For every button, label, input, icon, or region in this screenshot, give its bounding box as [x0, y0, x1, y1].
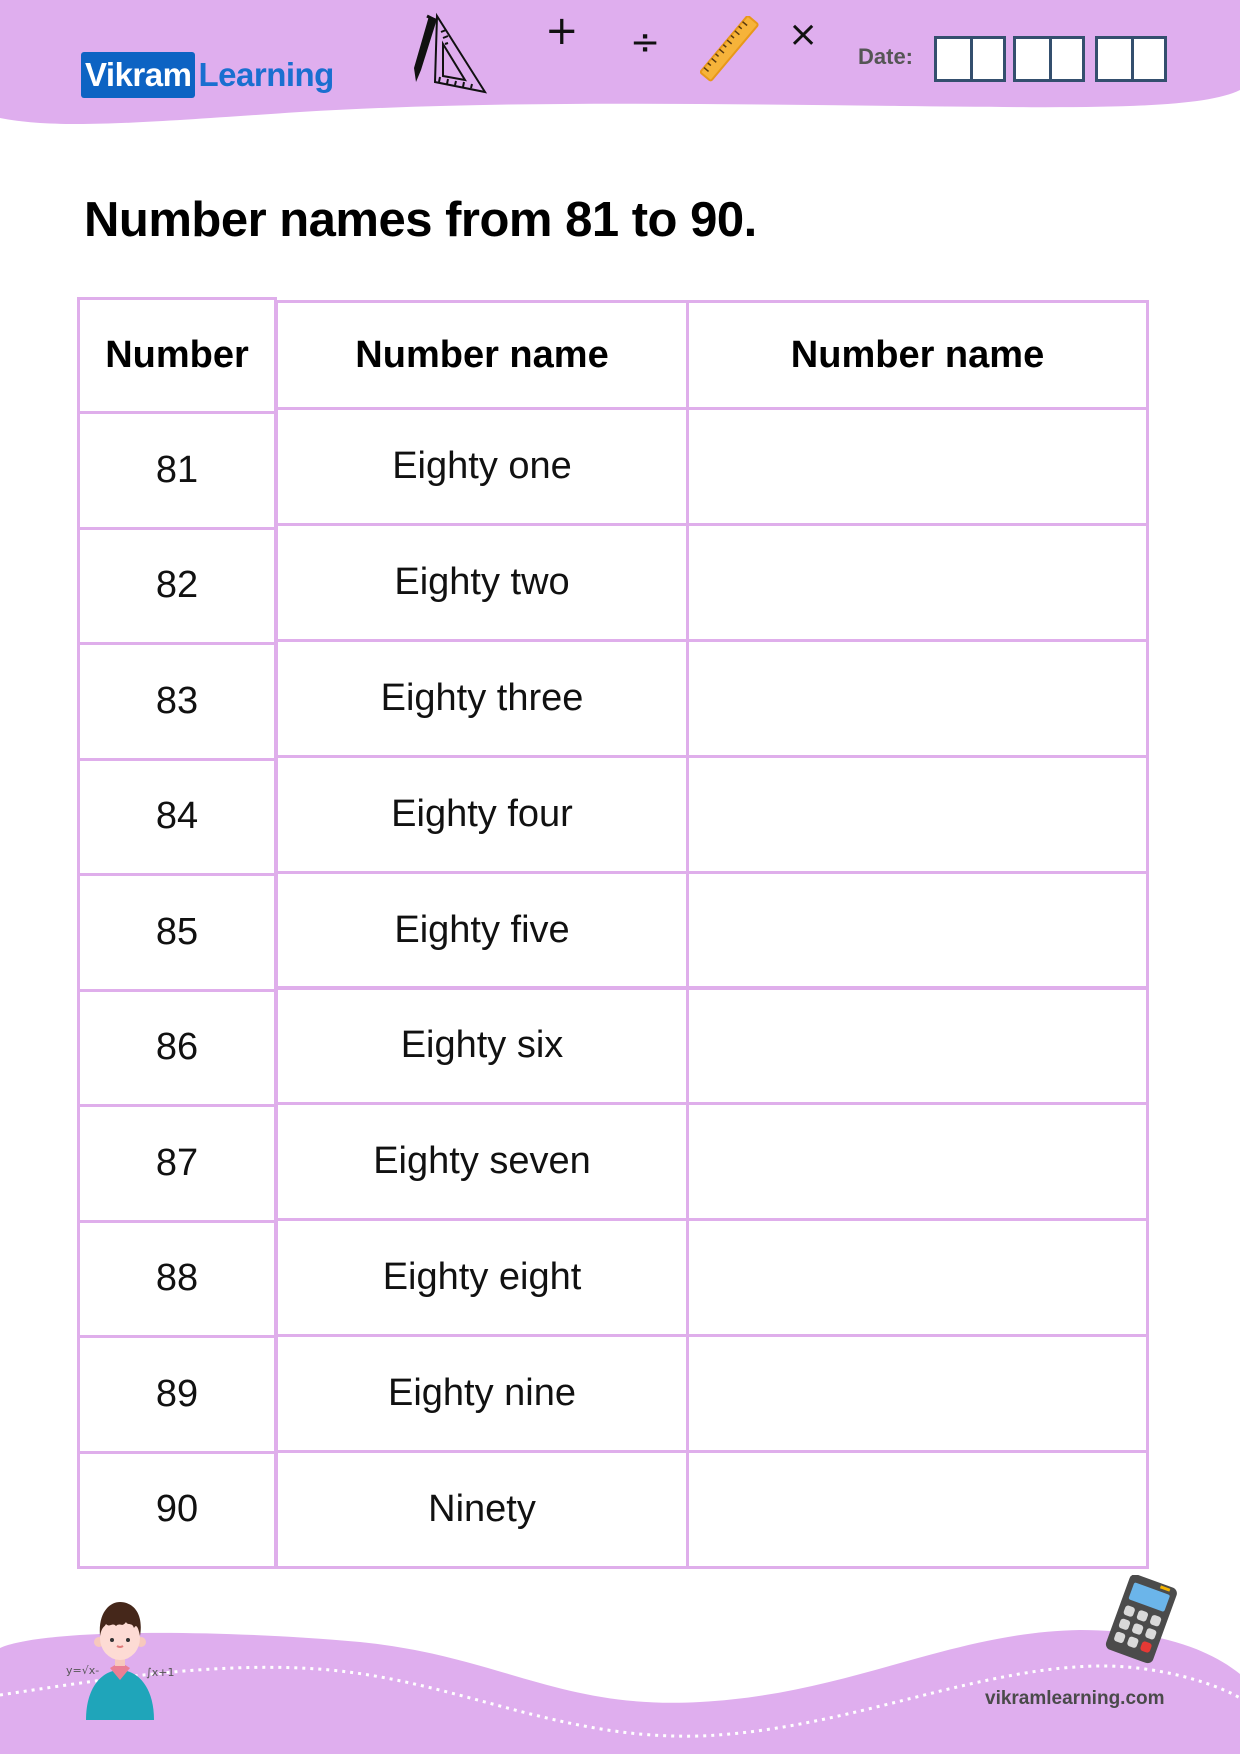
multiply-icon: ×	[788, 14, 819, 55]
boy-with-math-formulas-illustration: y=√x- ∫x+1	[66, 1602, 174, 1720]
number-name-cell: Eighty one	[275, 407, 689, 526]
number-cell: 88	[77, 1219, 277, 1338]
answer-input-cell[interactable]	[686, 870, 1149, 990]
brand-logo-vikram: Vikram	[81, 52, 196, 98]
number-name-cell: Eighty nine	[275, 1334, 689, 1454]
number-cell: 90	[77, 1450, 277, 1569]
number-cell: 87	[77, 1104, 277, 1223]
number-name-cell: Eighty seven	[275, 1102, 689, 1222]
answer-input-cell[interactable]	[686, 986, 1149, 1106]
plus-icon: +	[545, 8, 579, 54]
date-year-field[interactable]	[1095, 36, 1167, 82]
column-header: Number name	[275, 300, 689, 410]
svg-text:y=√x-: y=√x-	[66, 1664, 99, 1677]
answer-input-cell[interactable]	[686, 1450, 1149, 1569]
column-header: Number	[77, 297, 277, 414]
website-link[interactable]: vikramlearning.com	[985, 1688, 1165, 1710]
number-name-cell: Eighty four	[275, 754, 689, 874]
number-cell: 83	[77, 642, 277, 761]
calculator-icon	[1105, 1575, 1177, 1664]
number-cell: 84	[77, 757, 277, 876]
brand-logo[interactable]: Vikram Learning	[81, 51, 334, 99]
number-name-cell: Eighty eight	[275, 1218, 689, 1338]
date-month-field[interactable]	[1013, 36, 1085, 82]
answer-input-cell[interactable]	[686, 1102, 1149, 1222]
answer-input-cell[interactable]	[686, 638, 1149, 758]
date-day-field[interactable]	[934, 36, 1006, 82]
date-digit-box[interactable]	[1049, 39, 1082, 79]
number-cell: 89	[77, 1335, 277, 1454]
svg-text:∫x+1: ∫x+1	[146, 1666, 174, 1679]
number-name-cell: Eighty six	[275, 986, 689, 1106]
ruler-icon	[700, 16, 759, 82]
divide-icon: ÷	[630, 22, 661, 63]
answer-input-cell[interactable]	[686, 407, 1149, 526]
number-cell: 85	[77, 873, 277, 992]
date-label: Date:	[858, 44, 914, 69]
answer-input-cell[interactable]	[686, 1334, 1149, 1454]
answer-input-cell[interactable]	[686, 522, 1149, 642]
date-digit-box[interactable]	[1098, 39, 1131, 79]
number-name-cell: Eighty three	[275, 638, 689, 758]
number-name-cell: Ninety	[275, 1450, 689, 1569]
page-title: Number names from 81 to 90.	[84, 193, 757, 247]
number-name-cell: Eighty two	[275, 522, 689, 642]
number-cell: 81	[77, 411, 277, 530]
brand-logo-learning: Learning	[198, 56, 334, 93]
date-digit-box[interactable]	[970, 39, 1003, 79]
number-cell: 86	[77, 988, 277, 1107]
answer-input-cell[interactable]	[686, 754, 1149, 874]
pencil-ruler-triangle-icon	[414, 12, 488, 94]
column-header: Number name	[686, 300, 1149, 410]
number-name-cell: Eighty five	[275, 870, 689, 990]
answer-input-cell[interactable]	[686, 1218, 1149, 1338]
date-digit-box[interactable]	[1131, 39, 1164, 79]
date-digit-box[interactable]	[937, 39, 970, 79]
number-cell: 82	[77, 526, 277, 645]
date-digit-box[interactable]	[1016, 39, 1049, 79]
footer-background	[0, 1630, 1240, 1754]
